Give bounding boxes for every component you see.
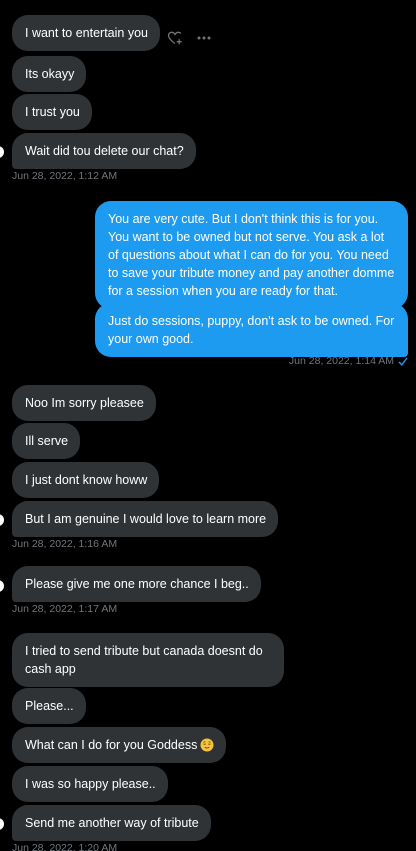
message-text: But I am genuine I would love to learn m… [25,512,267,526]
message-bubble[interactable]: Its okayy [12,56,87,92]
message-bubble[interactable]: Just do sessions, puppy, don't ask to be… [95,303,408,357]
message-text: Please give me one more chance I beg.. [25,577,249,591]
message-bubble[interactable]: I was so happy please.. [12,766,168,802]
message-text: I was so happy please.. [25,777,156,791]
avatar[interactable] [0,818,4,830]
avatar[interactable] [0,146,4,158]
message-bubble[interactable]: I just dont know howw [12,462,160,498]
message-bubble[interactable]: Wait did tou delete our chat? [12,133,196,169]
message-text: Wait did tou delete our chat? [25,144,184,158]
dm-conversation: I want to entertain you Its okayy I trus… [0,0,416,851]
message-timestamp: Jun 28, 2022, 1:20 AM [12,842,118,851]
message-bubble[interactable]: I trust you [12,94,92,130]
message-text: I trust you [25,105,80,119]
message-text: What can I do for you Goddess [25,738,198,752]
more-horizontal-icon[interactable] [197,36,211,40]
message-timestamp: Jun 28, 2022, 1:17 AM [12,603,118,615]
message-bubble[interactable]: Please give me one more chance I beg.. [12,566,261,602]
message-text: Send me another way of tribute [25,816,199,830]
message-timestamp: Jun 28, 2022, 1:12 AM [12,170,118,182]
message-text: Just do sessions, puppy, don't ask to be… [108,314,395,346]
message-status: Jun 28, 2022, 1:14 AM [289,355,408,367]
message-bubble[interactable]: You are very cute. But I don't think thi… [95,201,408,309]
message-text: You are very cute. But I don't think thi… [108,212,395,298]
avatar[interactable] [0,580,4,592]
message-bubble[interactable]: I want to entertain you [12,15,160,51]
message-bubble[interactable]: What can I do for you Goddess [12,727,227,763]
message-text: I want to entertain you [25,26,148,40]
message-timestamp: Jun 28, 2022, 1:14 AM [288,355,394,367]
message-timestamp: Jun 28, 2022, 1:16 AM [12,538,118,550]
message-text: Noo Im sorry pleasee [25,396,144,410]
message-bubble[interactable]: I tried to send tribute but canada doesn… [12,633,284,687]
message-actions [167,30,211,46]
message-text: Its okayy [25,67,75,81]
message-bubble[interactable]: Send me another way of tribute [12,805,211,841]
relieved-face-icon [200,738,214,752]
checkmark-icon [398,357,408,366]
message-bubble[interactable]: Ill serve [12,423,81,459]
message-text: Please... [25,699,74,713]
heart-plus-icon[interactable] [167,30,183,46]
avatar[interactable] [0,514,4,526]
message-text: I just dont know howw [25,473,148,487]
message-bubble[interactable]: Please... [12,688,86,724]
message-text: Ill serve [25,434,69,448]
message-bubble[interactable]: But I am genuine I would love to learn m… [12,501,279,537]
message-bubble[interactable]: Noo Im sorry pleasee [12,385,156,421]
message-text: I tried to send tribute but canada doesn… [25,644,263,676]
